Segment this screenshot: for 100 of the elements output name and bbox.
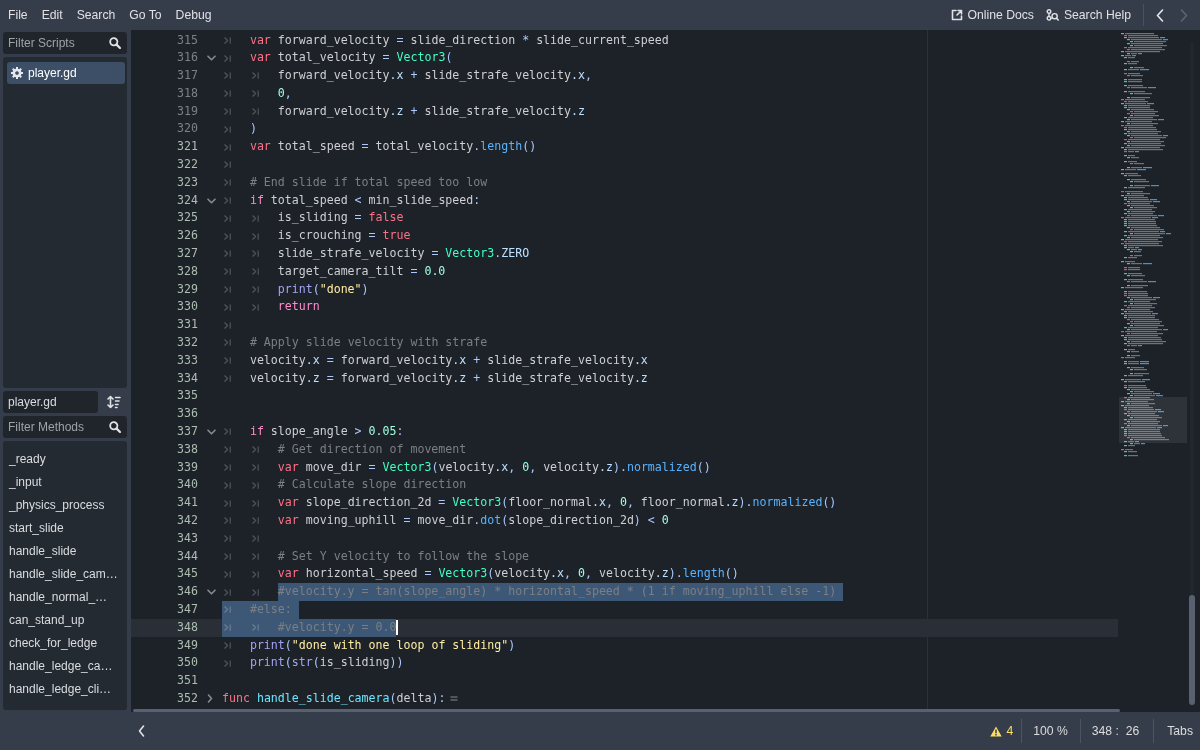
horizontal-scrollbar[interactable]	[133, 708, 1120, 712]
code-line: is_sliding = false	[277, 209, 404, 227]
line-number: 341	[176, 494, 198, 512]
code-line: var moving_uphill = move_dir.dot(slope_direction_2d) < 0	[277, 512, 669, 529]
tab-marker-icon	[251, 286, 259, 294]
chevron-down-icon[interactable]	[207, 428, 216, 435]
tab-marker-icon	[224, 232, 231, 240]
method-list-item[interactable]: _physics_process	[3, 493, 127, 516]
tab-marker-icon	[224, 321, 231, 329]
code-line: # Get direction of movement	[277, 440, 467, 458]
tab-marker-icon	[224, 250, 231, 258]
minimap[interactable]	[1118, 32, 1188, 458]
line-number: 333	[176, 351, 198, 369]
code-line: var forward_velocity = slide_direction * slide_current_speed	[249, 31, 669, 49]
method-list-item[interactable]: _ready	[3, 447, 127, 470]
code-line: var horizontal_speed = Vector3(velocity.x, 0, velocity.z).length()	[277, 565, 739, 583]
line-number: 344	[176, 547, 198, 565]
tab-marker-icon	[224, 588, 231, 596]
line-number: 329	[176, 280, 198, 298]
code-line: print("done")	[277, 280, 369, 298]
method-list-item[interactable]: start_slide	[3, 516, 127, 539]
tab-marker-icon	[224, 303, 231, 311]
chevron-left-icon	[137, 725, 145, 737]
line-number: 321	[176, 138, 198, 156]
menu-item[interactable]: Go To	[122, 5, 169, 25]
line-number: 315	[176, 31, 198, 49]
tab-marker-icon	[224, 268, 231, 276]
tab-marker-icon	[224, 517, 231, 525]
code-line: # Set Y velocity to follow the slope	[277, 547, 530, 565]
code-line: target_camera_tilt = 0.0	[277, 262, 446, 280]
tab-marker-icon	[224, 606, 231, 614]
tab-marker-icon	[224, 570, 231, 578]
menu-item[interactable]: Debug	[168, 5, 219, 25]
code-line: print("done with one loop of sliding")	[249, 636, 516, 654]
vertical-scrollbar[interactable]	[1189, 595, 1195, 705]
chevron-down-icon[interactable]	[207, 197, 216, 204]
tab-marker-icon	[224, 624, 231, 632]
line-number: 322	[176, 156, 198, 174]
code-line: # Calculate slope direction	[277, 476, 467, 494]
menu-item[interactable]: Search	[69, 5, 123, 25]
code-line: forward_velocity.x + slide_strafe_velocity.x,	[277, 67, 592, 85]
tab-marker-icon	[224, 339, 231, 347]
tab-marker-icon	[224, 357, 231, 365]
code-line: if slope_angle > 0.05:	[249, 423, 404, 441]
method-list-item[interactable]: handle_slide	[3, 539, 127, 562]
code-line: var total_speed = total_velocity.length()	[249, 138, 537, 156]
method-list-item[interactable]: handle_ledge_cli…	[3, 677, 127, 700]
tab-marker-icon	[251, 588, 259, 596]
line-number: 352	[176, 690, 198, 707]
tab-marker-icon	[251, 535, 259, 543]
tab-marker-icon	[224, 54, 231, 62]
tab-marker-icon	[251, 72, 259, 80]
online-docs-link[interactable]: Online Docs	[944, 5, 1040, 25]
menu-item[interactable]: Edit	[34, 5, 70, 25]
menu-item[interactable]: File	[1, 5, 35, 25]
chevron-down-icon[interactable]	[207, 55, 216, 62]
chevron-down-icon[interactable]	[207, 589, 216, 596]
search-help-button[interactable]: Search Help	[1039, 5, 1137, 25]
code-line: slide_strafe_velocity = Vector3.ZERO	[277, 245, 530, 263]
chevron-right-icon[interactable]	[207, 694, 213, 704]
sort-icon	[107, 395, 121, 409]
zoom-button[interactable]: 100 %	[1022, 719, 1080, 743]
method-list-item[interactable]: handle_ledge_ca…	[3, 654, 127, 677]
tab-marker-icon	[224, 108, 231, 116]
warnings-button[interactable]: 4	[990, 719, 1022, 743]
text-caret	[396, 620, 398, 636]
tab-marker-icon	[251, 464, 259, 471]
script-list-item[interactable]: player.gd	[7, 62, 125, 84]
line-number: 347	[176, 601, 198, 618]
tab-marker-icon	[224, 286, 231, 294]
line-number: 327	[176, 245, 198, 263]
line-number: 320	[176, 120, 198, 138]
line-number: 346	[176, 583, 198, 601]
tab-marker-icon	[224, 179, 231, 187]
method-list-item[interactable]: check_for_ledge	[3, 631, 127, 654]
line-number: 324	[176, 191, 198, 209]
tab-marker-icon	[224, 659, 231, 667]
node-search-icon	[1045, 9, 1059, 21]
code-line: var total_velocity = Vector3(	[249, 49, 453, 67]
method-list-item[interactable]: handle_slide_cam…	[3, 562, 127, 585]
code-line: 0,	[277, 84, 292, 102]
tab-marker-icon	[251, 624, 259, 632]
code-line: if total_speed < min_slide_speed:	[249, 191, 481, 209]
filter-scripts-field[interactable]: Filter Scripts	[3, 32, 127, 54]
search-icon	[109, 37, 121, 49]
code-line: # Apply slide velocity with strafe	[249, 334, 488, 352]
warning-icon	[990, 725, 1003, 737]
method-list-item[interactable]: can_stand_up	[3, 608, 127, 631]
tab-marker-icon	[224, 72, 231, 80]
tab-marker-icon	[251, 90, 259, 98]
tab-marker-icon	[224, 125, 231, 133]
line-number: 330	[176, 298, 198, 316]
indentation-button[interactable]: Tabs	[1154, 719, 1193, 743]
line-number: 337	[176, 423, 198, 441]
tab-marker-icon	[224, 428, 231, 436]
tab-marker-icon	[251, 481, 259, 489]
method-list-item[interactable]: _input	[3, 470, 127, 493]
filter-methods-field[interactable]: Filter Methods	[3, 416, 127, 438]
line-number: 338	[176, 440, 198, 458]
method-list-item[interactable]: handle_normal_…	[3, 585, 127, 608]
